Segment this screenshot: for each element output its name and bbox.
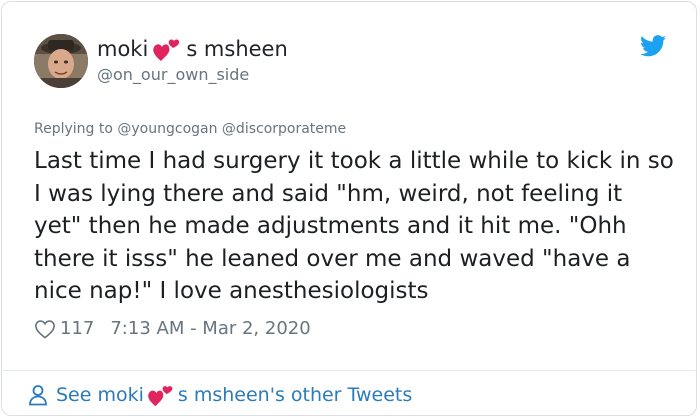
- display-name-part-2: s msheen: [186, 37, 288, 61]
- see-more-label-part-2: s msheen's other Tweets: [177, 384, 413, 406]
- tweet-text: Last time I had surgery it took a little…: [34, 148, 674, 304]
- two-hearts-icon: [147, 382, 175, 408]
- avatar[interactable]: [34, 34, 88, 88]
- display-name-part-1: moki: [97, 37, 149, 61]
- tweet-meta: 117 7:13 AM - Mar 2, 2020: [34, 318, 311, 339]
- twitter-bird-icon[interactable]: [640, 35, 666, 57]
- see-more-label-part-1: See moki: [56, 384, 144, 406]
- display-name[interactable]: moki s msheen: [97, 35, 288, 63]
- reply-handles[interactable]: @youngcogan @discorporateme: [117, 121, 346, 137]
- see-other-tweets-link[interactable]: See moki s msheen's other Tweets: [28, 380, 412, 410]
- divider: [3, 370, 695, 371]
- author-block: moki s msheen @on_our_own_side: [97, 35, 288, 86]
- user-handle[interactable]: @on_our_own_side: [97, 64, 288, 86]
- person-icon: [29, 385, 47, 406]
- embedded-tweet-card: moki s msheen @on_our_own_side Replying …: [1, 1, 697, 416]
- replying-to-label: Replying to: [34, 121, 113, 137]
- heart-outline-icon[interactable]: [34, 319, 56, 339]
- replying-to-line: Replying to @youngcogan @discorporateme: [34, 121, 346, 137]
- two-hearts-icon: [152, 36, 182, 62]
- timestamp[interactable]: 7:13 AM - Mar 2, 2020: [110, 318, 310, 339]
- like-count: 117: [60, 318, 95, 339]
- tweet-header: moki s msheen @on_our_own_side: [34, 32, 666, 90]
